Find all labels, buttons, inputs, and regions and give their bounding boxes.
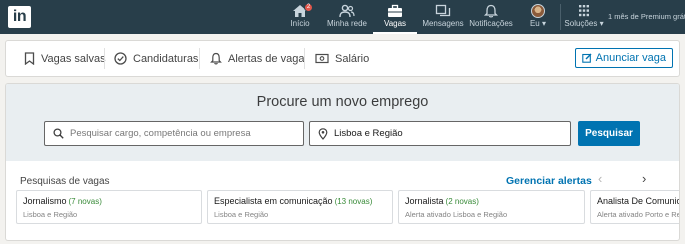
messages-icon	[435, 4, 451, 17]
bookmark-icon	[24, 52, 35, 65]
nav-me-label: Eu ▾	[529, 19, 547, 28]
job-alerts-label: Alertas de vaga	[228, 52, 305, 65]
jobs-subnav: Vagas salvas Candidaturas Alertas de vag…	[6, 41, 679, 76]
location-pin-icon	[318, 127, 328, 140]
card-subtitle: Lisboa e Região	[214, 210, 269, 219]
premium-trial-link[interactable]: 1 mês de Premium grátis	[608, 12, 685, 21]
nav-label: Vagas	[383, 19, 407, 28]
recent-searches-title: Pesquisas de vagas	[20, 176, 110, 187]
nav-home[interactable]: 2 Início	[284, 0, 316, 34]
nav-network[interactable]: Minha rede	[322, 0, 372, 34]
post-job-label: Anunciar vaga	[595, 52, 666, 64]
nav-label: Início	[290, 19, 310, 28]
nav-solutions-label: Soluções ▾	[564, 19, 604, 28]
chevron-down-icon: ▾	[599, 19, 604, 28]
nav-label: Notificações	[469, 19, 513, 28]
divider	[304, 48, 305, 69]
new-count: (13 novas)	[334, 197, 373, 206]
chevron-left-icon[interactable]: ‹	[598, 171, 602, 186]
post-job-button[interactable]: Anunciar vaga	[574, 48, 673, 68]
card-title: Especialista em comunicação (13 novas)	[214, 196, 373, 206]
grid-icon	[579, 5, 589, 17]
card-subtitle: Alerta ativado Lisboa e Região	[405, 210, 508, 219]
network-icon	[339, 4, 355, 18]
nav-label: Minha rede	[326, 19, 368, 28]
money-icon	[315, 53, 329, 64]
new-count: (2 novas)	[445, 197, 479, 206]
nav-notifications[interactable]: Notificações	[468, 0, 514, 34]
notification-badge: 2	[304, 3, 313, 12]
card-subtitle: Lisboa e Região	[23, 210, 78, 219]
nav-messaging[interactable]: Mensagens	[420, 0, 466, 34]
search-icon	[53, 128, 64, 139]
chevron-down-icon: ▾	[542, 19, 547, 28]
search-card[interactable]: Jornalista (2 novas) Alerta ativado Lisbo…	[398, 190, 585, 224]
chevron-right-icon[interactable]: ›	[642, 171, 646, 186]
logo-text: in	[12, 8, 27, 25]
bell-icon	[483, 4, 499, 18]
bell-icon	[210, 52, 222, 65]
location-value: Lisboa e Região	[334, 128, 403, 139]
job-search-panel: Procure um novo emprego Pesquisar cargo,…	[6, 84, 679, 240]
nav-label: Mensagens	[422, 19, 464, 28]
top-navbar: in 2 Início Minha rede Vagas Mensagens N…	[0, 0, 685, 34]
search-card[interactable]: Analista De Comunica Alerta ativado Port…	[590, 190, 679, 224]
keyword-placeholder: Pesquisar cargo, competência ou empresa	[70, 128, 251, 139]
saved-jobs-link[interactable]: Vagas salvas	[24, 41, 106, 76]
saved-jobs-label: Vagas salvas	[41, 52, 106, 65]
card-title: Analista De Comunica	[597, 196, 679, 206]
divider	[199, 48, 200, 69]
nav-divider	[560, 4, 561, 30]
nav-me[interactable]: Eu ▾	[524, 0, 552, 34]
job-alerts-link[interactable]: Alertas de vaga	[210, 41, 304, 76]
salary-link[interactable]: Salário	[315, 41, 369, 76]
search-band: Procure um novo emprego Pesquisar cargo,…	[6, 84, 679, 161]
card-title: Jornalismo (7 novas)	[23, 196, 102, 206]
search-card[interactable]: Jornalismo (7 novas) Lisboa e Região	[16, 190, 202, 224]
applications-link[interactable]: Candidaturas	[114, 41, 198, 76]
search-button[interactable]: Pesquisar	[578, 121, 640, 146]
edit-icon	[581, 53, 592, 63]
salary-label: Salário	[335, 52, 370, 65]
location-search-input[interactable]: Lisboa e Região	[309, 121, 571, 146]
card-subtitle: Alerta ativado Porto e Reg	[597, 210, 679, 219]
linkedin-logo[interactable]: in	[8, 6, 31, 28]
divider	[104, 48, 105, 69]
manage-alerts-link[interactable]: Gerenciar alertas	[506, 175, 592, 187]
nav-jobs[interactable]: Vagas	[373, 0, 417, 34]
check-circle-icon	[114, 52, 127, 65]
page-title: Procure um novo emprego	[256, 94, 429, 110]
applications-label: Candidaturas	[133, 52, 199, 65]
search-card[interactable]: Especialista em comunicação (13 novas) Li…	[207, 190, 393, 224]
avatar	[531, 4, 545, 18]
nav-solutions[interactable]: Soluções ▾	[564, 0, 604, 34]
card-title: Jornalista (2 novas)	[405, 196, 479, 206]
keyword-search-input[interactable]: Pesquisar cargo, competência ou empresa	[44, 121, 304, 146]
new-count: (7 novas)	[68, 197, 102, 206]
briefcase-icon	[388, 4, 402, 17]
